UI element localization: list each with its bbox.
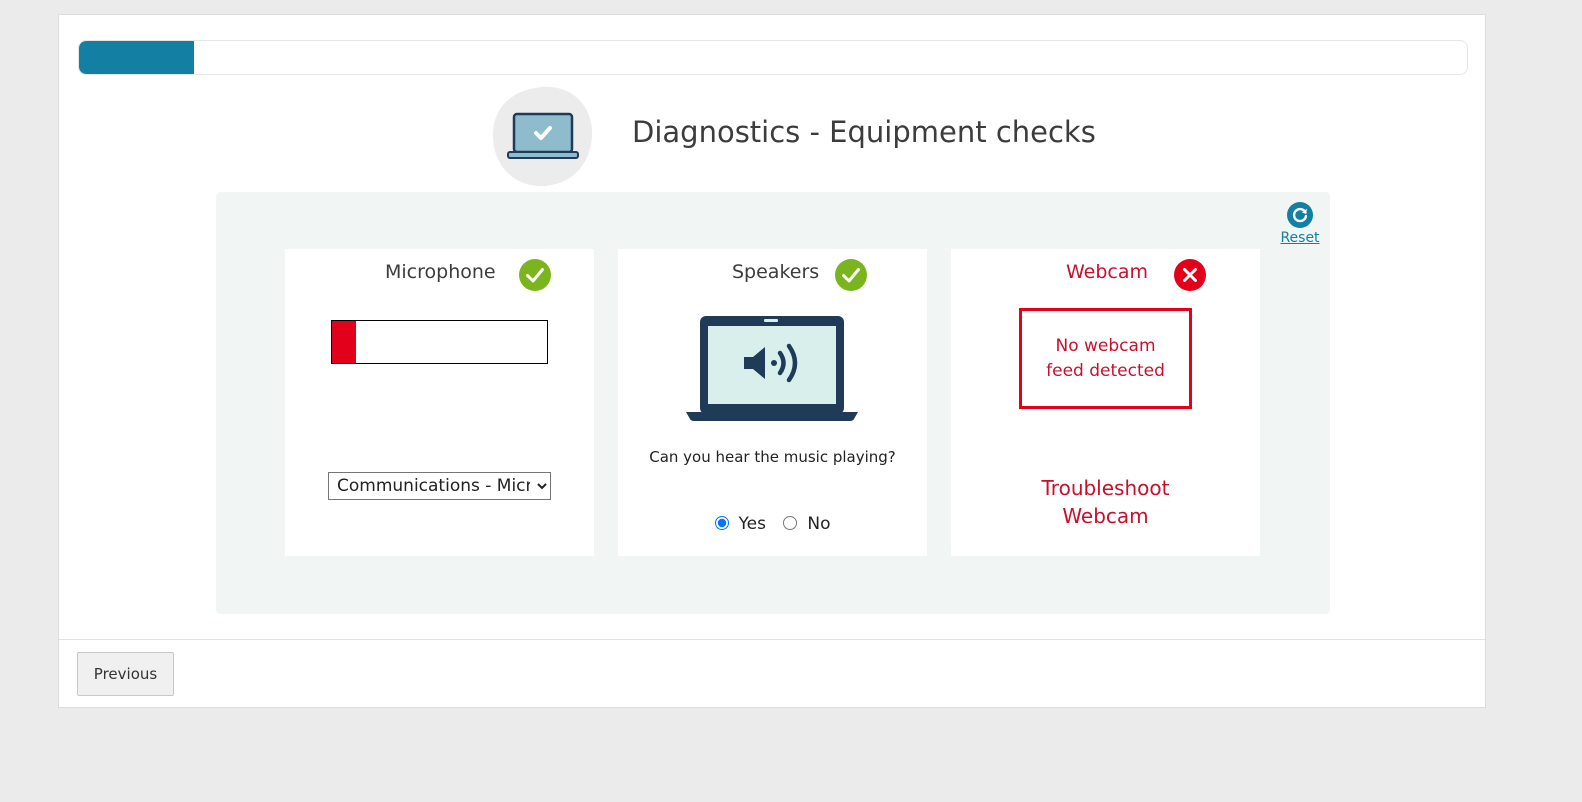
check-circle-icon	[519, 259, 551, 291]
check-circle-icon	[835, 259, 867, 291]
microphone-level-fill	[332, 321, 356, 363]
reset-button[interactable]: Reset	[1278, 202, 1322, 246]
speakers-yes-option[interactable]: Yes	[714, 514, 772, 534]
refresh-icon	[1287, 202, 1313, 228]
progress-bar	[78, 40, 1468, 75]
laptop-speaker-icon	[686, 316, 858, 421]
microphone-title: Microphone	[385, 261, 496, 283]
page-title: Diagnostics - Equipment checks	[632, 115, 1096, 149]
webcam-title: Webcam	[1066, 261, 1149, 283]
speakers-no-option[interactable]: No	[783, 514, 830, 534]
webcam-tile: Webcam No webcam feed detected Troublesh…	[951, 249, 1260, 556]
reset-label[interactable]: Reset	[1278, 230, 1322, 246]
microphone-level-meter	[331, 320, 548, 364]
speakers-no-radio[interactable]	[783, 516, 798, 530]
speakers-title: Speakers	[732, 261, 820, 283]
troubleshoot-webcam-label[interactable]: Troubleshoot Webcam	[1036, 474, 1176, 530]
footer-divider	[59, 639, 1485, 640]
previous-button[interactable]: Previous	[77, 652, 174, 696]
speakers-question: Can you hear the music playing?	[649, 448, 896, 466]
microphone-tile: Microphone Communications - Microphone	[285, 249, 594, 556]
webcam-no-feed-message: No webcam feed detected	[1046, 335, 1165, 381]
speakers-no-label: No	[807, 514, 831, 534]
speakers-yes-radio[interactable]	[714, 516, 729, 530]
webcam-no-feed-box: No webcam feed detected	[1019, 308, 1192, 409]
equipment-panel: Reset Microphone Communications - Microp…	[216, 192, 1330, 614]
error-circle-icon	[1174, 259, 1206, 291]
troubleshoot-webcam-link[interactable]: Troubleshoot Webcam	[951, 474, 1260, 530]
microphone-device-select[interactable]: Communications - Microphone	[328, 472, 551, 500]
speakers-tile: Speakers Can you hear the music playing?…	[618, 249, 927, 556]
laptop-check-icon	[491, 83, 595, 187]
speakers-answer-group: Yes No	[618, 514, 927, 534]
diagnostics-card: Diagnostics - Equipment checks Reset Mic…	[58, 14, 1486, 708]
progress-bar-fill	[79, 41, 195, 74]
speakers-yes-label: Yes	[738, 514, 766, 534]
